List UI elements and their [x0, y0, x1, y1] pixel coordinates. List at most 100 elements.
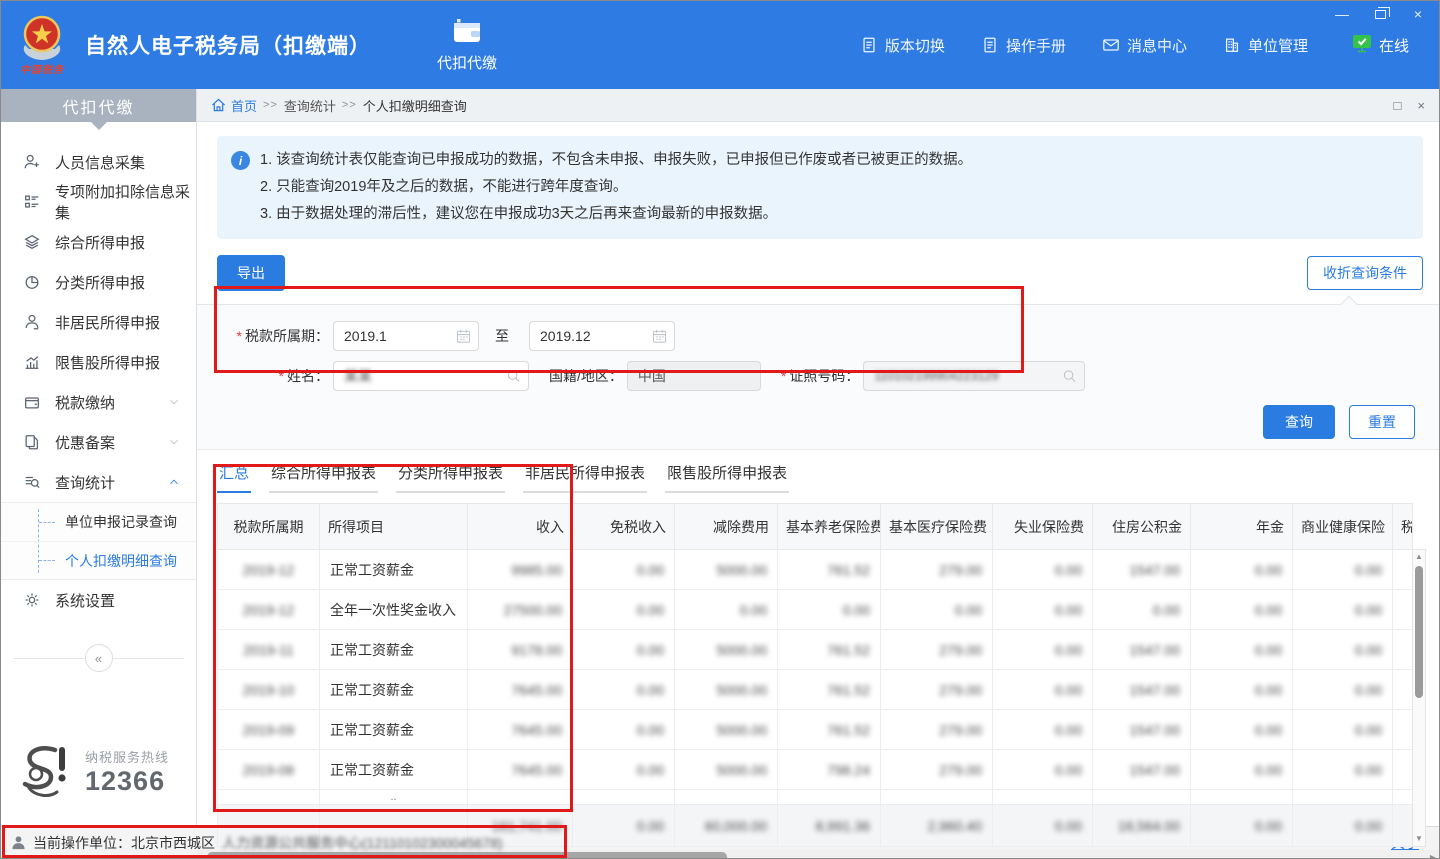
column-header: 免税收入 [573, 504, 675, 550]
id-number-input[interactable]: 110102199904223129 [863, 361, 1085, 391]
close-button[interactable]: × [1409, 5, 1427, 23]
collapse-query-button[interactable]: 收折查询条件 [1307, 256, 1423, 290]
breadcrumb-home[interactable]: 首页 [211, 96, 257, 115]
emblem-icon [19, 15, 65, 63]
sidebar-item-tax-payment[interactable]: 税款缴纳 [1, 382, 196, 422]
wallet-icon [452, 18, 482, 48]
table-row[interactable]: 2019-10正常工资薪金7645.000.005000.00761.52279… [218, 670, 1413, 710]
breadcrumb-item: 查询统计 [284, 96, 336, 115]
toolbar: 导出 收折查询条件 [217, 255, 1423, 291]
column-header: 住房公积金 [1093, 504, 1191, 550]
copy-icon [23, 433, 41, 451]
form-actions: 查询 重置 [217, 405, 1423, 439]
nav-tab-label: 代扣代缴 [437, 52, 497, 73]
notice-line: 3. 由于数据处理的滞后性，建议您在申报成功3天之后再来查询最新的申报数据。 [260, 201, 972, 228]
sidebar-subitem-personal-withholding-query[interactable]: 个人扣缴明细查询 [1, 541, 196, 579]
table-row[interactable]: 2019-08正常工资薪金7645.000.005000.00798.24279… [218, 750, 1413, 790]
sidebar-item-classified-income[interactable]: 分类所得申报 [1, 262, 196, 302]
id-label: *证照号码： [781, 366, 859, 386]
wallet-icon [23, 393, 41, 411]
nav-tab-withholding[interactable]: 代扣代缴 [437, 18, 497, 73]
content-body: i 1. 该查询统计表仅能查询已申报成功的数据，不包含未申报、申报失败，已申报但… [197, 122, 1439, 826]
user-icon [11, 835, 26, 850]
query-button[interactable]: 查询 [1263, 405, 1335, 439]
name-input[interactable]: 某某 [333, 361, 529, 391]
hotline-logo-icon [15, 744, 77, 800]
sidebar-item-system-settings[interactable]: 系统设置 [1, 580, 196, 620]
table-row[interactable]: 2019-12全年一次性奖金收入27500.000.000.000.000.00… [218, 590, 1413, 630]
panel-maximize-button[interactable]: □ [1394, 98, 1402, 113]
column-header: 年金 [1191, 504, 1293, 550]
list-icon [23, 193, 41, 211]
chevron-down-icon [168, 396, 180, 408]
export-button[interactable]: 导出 [217, 255, 285, 291]
tab-restricted-table[interactable]: 限售股所得申报表 [665, 462, 789, 493]
column-header: 所得项目 [320, 504, 468, 550]
sidebar-submenu: 单位申报记录查询 个人扣缴明细查询 [1, 502, 196, 580]
table-row[interactable]: 2019-09正常工资薪金7645.000.005000.00761.52279… [218, 710, 1413, 750]
vertical-scrollbar[interactable]: ▲ ▼ [1412, 549, 1426, 847]
period-to-input[interactable]: 2019.12 [529, 321, 675, 351]
table-row-partial[interactable]: .. [218, 790, 1413, 805]
tab-summary[interactable]: 汇总 [217, 462, 251, 493]
sidebar-item-personnel-info[interactable]: 人员信息采集 [1, 142, 196, 182]
tab-nonresident-table[interactable]: 非居民所得申报表 [523, 462, 647, 493]
sidebar-subitem-unit-report-query[interactable]: 单位申报记录查询 [1, 503, 196, 541]
column-header: 商业健康保险 [1293, 504, 1393, 550]
sidebar-item-preference-filing[interactable]: 优惠备案 [1, 422, 196, 462]
table-row[interactable]: 2019-11正常工资薪金9178.000.005000.00761.52279… [218, 630, 1413, 670]
current-unit-blurred: 人力资源公共服务中心(12110102300045678) [222, 833, 503, 853]
online-status: 在线 [1352, 34, 1409, 57]
hotline-label: 纳税服务热线 [85, 747, 169, 766]
hotline-number: 12366 [85, 766, 169, 797]
scroll-right-icon[interactable]: ▶ [1427, 853, 1439, 859]
sidebar-item-restricted-stock[interactable]: 限售股所得申报 [1, 342, 196, 382]
layers-icon [23, 233, 41, 251]
building-icon [1223, 36, 1241, 54]
header-link-version-switch[interactable]: 版本切换 [860, 35, 945, 56]
app-window: — × 中国税务 自然人电子税务局（扣缴端） 代扣代缴 版本切换 操作手册 [0, 0, 1440, 859]
scroll-down-icon[interactable]: ▼ [1415, 832, 1423, 846]
header-link-manual[interactable]: 操作手册 [981, 35, 1066, 56]
scroll-up-icon[interactable]: ▲ [1415, 550, 1423, 564]
gear-icon [23, 591, 41, 609]
breadcrumb-current: 个人扣缴明细查询 [363, 96, 467, 115]
breadcrumb: 首页 >> 查询统计 >> 个人扣缴明细查询 □ × [197, 89, 1439, 122]
result-tabs: 汇总综合所得申报表分类所得申报表非居民所得申报表限售股所得申报表 [217, 462, 1423, 493]
chart-icon [23, 353, 41, 371]
header-link-message-center[interactable]: 消息中心 [1102, 35, 1187, 56]
sidebar-item-query-statistics[interactable]: 查询统计 [1, 462, 196, 502]
reset-button[interactable]: 重置 [1349, 405, 1415, 439]
header-link-org-manage[interactable]: 单位管理 [1223, 35, 1308, 56]
main-area: 代扣代缴 人员信息采集 专项附加扣除信息采集 综合所得申报 分类所得申报 非居民… [1, 89, 1439, 826]
tab-comprehensive-table[interactable]: 综合所得申报表 [269, 462, 378, 493]
period-from-input[interactable]: 2019.1 [333, 321, 479, 351]
column-header: 减除费用 [675, 504, 778, 550]
header-links: 版本切换 操作手册 消息中心 单位管理 [860, 35, 1308, 56]
table-row[interactable]: 2019-12正常工资薪金9985.000.005000.00761.52279… [218, 550, 1413, 590]
panel-controls: □ × [1394, 98, 1425, 113]
vertical-scroll-thumb[interactable] [1415, 566, 1423, 698]
brand-script-text: 中国税务 [20, 61, 64, 76]
sidebar-item-comprehensive-income[interactable]: 综合所得申报 [1, 222, 196, 262]
breadcrumb-separator: >> [263, 99, 278, 111]
tab-classified-table[interactable]: 分类所得申报表 [396, 462, 505, 493]
online-label: 在线 [1379, 35, 1409, 56]
column-header: 税款所属期 [218, 504, 320, 550]
form-row-period: *税款所属期： 2019.1 至 2019.12 [217, 321, 1423, 351]
hotline-block: 纳税服务热线 12366 [1, 744, 196, 826]
sidebar-collapse-row: « [1, 644, 196, 672]
restore-button[interactable] [1371, 5, 1389, 23]
minimize-button[interactable]: — [1333, 5, 1351, 23]
sidebar-item-special-deduction[interactable]: 专项附加扣除信息采集 [1, 182, 196, 222]
panel-close-button[interactable]: × [1417, 98, 1425, 113]
sidebar-collapse-button[interactable]: « [85, 644, 113, 672]
sidebar-item-nonresident-income[interactable]: 非居民所得申报 [1, 302, 196, 342]
nationality-label: 国籍/地区： [549, 366, 623, 386]
panel-caret [1341, 296, 1358, 313]
person-add-icon [23, 153, 41, 171]
tax-emblem-logo: 中国税务 [13, 15, 71, 76]
horizontal-scroll-thumb[interactable] [207, 852, 727, 859]
search-list-icon [23, 473, 41, 491]
sidebar: 代扣代缴 人员信息采集 专项附加扣除信息采集 综合所得申报 分类所得申报 非居民… [1, 89, 197, 826]
